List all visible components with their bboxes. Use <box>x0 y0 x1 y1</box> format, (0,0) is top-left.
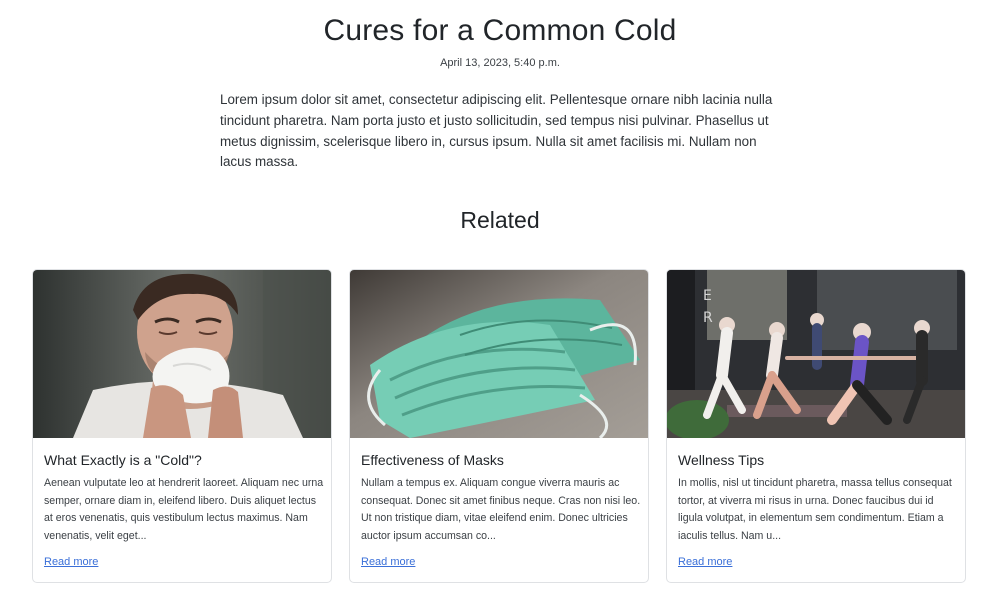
post-date: April 13, 2023, 5:40 p.m. <box>440 57 560 69</box>
related-card-masks: Effectiveness of Masks Nullam a tempus e… <box>349 269 649 583</box>
card-title: Effectiveness of Masks <box>361 452 504 468</box>
related-card-cold: What Exactly is a "Cold"? Aenean vulputa… <box>32 269 332 583</box>
card-title: What Exactly is a "Cold"? <box>44 452 202 468</box>
surgical-masks-photo <box>350 270 648 438</box>
card-title: Wellness Tips <box>678 452 765 468</box>
man-blowing-nose-photo <box>33 270 331 438</box>
related-heading: Related <box>460 207 540 233</box>
svg-text:E: E <box>703 288 712 304</box>
card-text: Aenean vulputate leo at hendrerit laoree… <box>44 477 324 542</box>
post-body: Lorem ipsum dolor sit amet, consectetur … <box>220 92 773 170</box>
read-more-link[interactable]: Read more <box>361 556 415 568</box>
read-more-link[interactable]: Read more <box>44 556 98 568</box>
card-text: Nullam a tempus ex. Aliquam congue viver… <box>361 477 641 542</box>
read-more-link[interactable]: Read more <box>678 556 732 568</box>
page-title: Cures for a Common Cold <box>323 14 677 47</box>
card-text: In mollis, nisl ut tincidunt pharetra, m… <box>678 477 952 542</box>
yoga-class-photo: E R <box>667 270 965 438</box>
svg-text:R: R <box>703 310 713 326</box>
related-card-wellness: E R Wellness Tips In mollis, nisl ut tin… <box>666 269 966 583</box>
